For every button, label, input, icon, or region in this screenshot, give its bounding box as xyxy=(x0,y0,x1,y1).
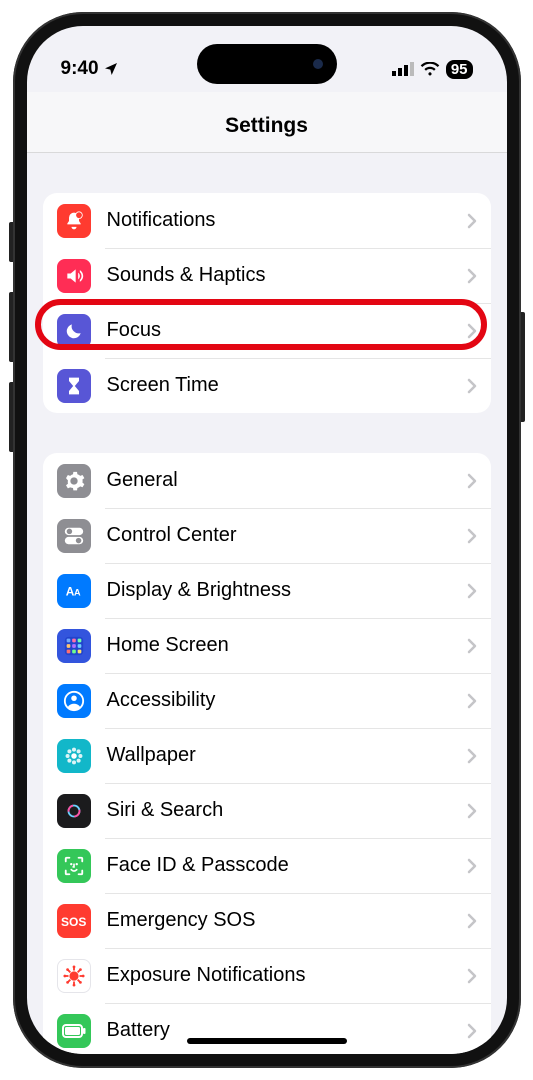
settings-row-label: Notifications xyxy=(107,209,467,232)
settings-row-label: General xyxy=(107,469,467,492)
chevron-right-icon xyxy=(467,268,477,284)
volume-up-button xyxy=(9,292,13,362)
hourglass-icon xyxy=(57,369,91,403)
chevron-right-icon xyxy=(467,528,477,544)
chevron-right-icon xyxy=(467,378,477,394)
settings-row-label: Sounds & Haptics xyxy=(107,264,467,287)
power-button xyxy=(521,312,525,422)
toggles-icon xyxy=(57,519,91,553)
battery-percent: 95 xyxy=(451,61,468,78)
faceid-icon xyxy=(57,849,91,883)
svg-text:A: A xyxy=(74,587,81,597)
settings-row-sos[interactable]: SOS Emergency SOS xyxy=(43,893,491,948)
aa-icon: AA xyxy=(57,574,91,608)
settings-row-label: Screen Time xyxy=(107,374,467,397)
cellular-signal-icon xyxy=(392,62,414,76)
flower-icon xyxy=(57,739,91,773)
settings-row-focus[interactable]: Focus xyxy=(43,303,491,358)
chevron-right-icon xyxy=(467,913,477,929)
settings-row-wallpaper[interactable]: Wallpaper xyxy=(43,728,491,783)
location-arrow-icon xyxy=(103,61,119,77)
settings-row-label: Emergency SOS xyxy=(107,909,467,932)
settings-row-screentime[interactable]: Screen Time xyxy=(43,358,491,413)
settings-row-homescreen[interactable]: Home Screen xyxy=(43,618,491,673)
chevron-right-icon xyxy=(467,748,477,764)
settings-row-controlcenter[interactable]: Control Center xyxy=(43,508,491,563)
settings-row-display[interactable]: AA Display & Brightness xyxy=(43,563,491,618)
settings-row-general[interactable]: General xyxy=(43,453,491,508)
gear-icon xyxy=(57,464,91,498)
settings-group: Notifications Sounds & Haptics Focus Screen… xyxy=(43,193,491,413)
moon-icon xyxy=(57,314,91,348)
chevron-right-icon xyxy=(467,968,477,984)
page-title: Settings xyxy=(27,114,507,138)
settings-row-label: Wallpaper xyxy=(107,744,467,767)
settings-row-label: Home Screen xyxy=(107,634,467,657)
screen: 9:40 95 Settings NotificationsSounds xyxy=(27,26,507,1054)
settings-list[interactable]: Notifications Sounds & Haptics Focus Screen… xyxy=(27,153,507,1054)
chevron-right-icon xyxy=(467,693,477,709)
speaker-icon xyxy=(57,259,91,293)
settings-row-notifications[interactable]: Notifications xyxy=(43,193,491,248)
dynamic-island xyxy=(197,44,337,84)
chevron-right-icon xyxy=(467,473,477,489)
siri-icon xyxy=(57,794,91,828)
chevron-right-icon xyxy=(467,583,477,599)
settings-row-label: Siri & Search xyxy=(107,799,467,822)
person-circle-icon xyxy=(57,684,91,718)
battery-indicator: 95 xyxy=(446,60,473,79)
chevron-right-icon xyxy=(467,803,477,819)
settings-row-label: Accessibility xyxy=(107,689,467,712)
settings-row-faceid[interactable]: Face ID & Passcode xyxy=(43,838,491,893)
settings-row-battery[interactable]: Battery xyxy=(43,1003,491,1054)
sos-text-icon: SOS xyxy=(57,904,91,938)
status-time: 9:40 xyxy=(61,58,99,80)
settings-row-label: Control Center xyxy=(107,524,467,547)
settings-row-exposure[interactable]: Exposure Notifications xyxy=(43,948,491,1003)
settings-row-label: Focus xyxy=(107,319,467,342)
virus-icon xyxy=(57,959,91,993)
grid-icon xyxy=(57,629,91,663)
settings-row-accessibility[interactable]: Accessibility xyxy=(43,673,491,728)
chevron-right-icon xyxy=(467,858,477,874)
home-indicator[interactable] xyxy=(187,1038,347,1044)
phone-frame: 9:40 95 Settings NotificationsSounds xyxy=(13,12,521,1068)
settings-row-label: Exposure Notifications xyxy=(107,964,467,987)
chevron-right-icon xyxy=(467,638,477,654)
wifi-icon xyxy=(420,62,440,76)
bell-icon xyxy=(57,204,91,238)
chevron-right-icon xyxy=(467,323,477,339)
svg-text:SOS: SOS xyxy=(61,915,86,929)
settings-group: General Control Center AA Display & Brightn… xyxy=(43,453,491,1054)
settings-row-label: Display & Brightness xyxy=(107,579,467,602)
settings-row-label: Face ID & Passcode xyxy=(107,854,467,877)
volume-down-button xyxy=(9,382,13,452)
chevron-right-icon xyxy=(467,213,477,229)
nav-bar: Settings xyxy=(27,92,507,153)
side-button xyxy=(9,222,13,262)
settings-row-sounds[interactable]: Sounds & Haptics xyxy=(43,248,491,303)
chevron-right-icon xyxy=(467,1023,477,1039)
settings-row-siri[interactable]: Siri & Search xyxy=(43,783,491,838)
battery-icon xyxy=(57,1014,91,1048)
